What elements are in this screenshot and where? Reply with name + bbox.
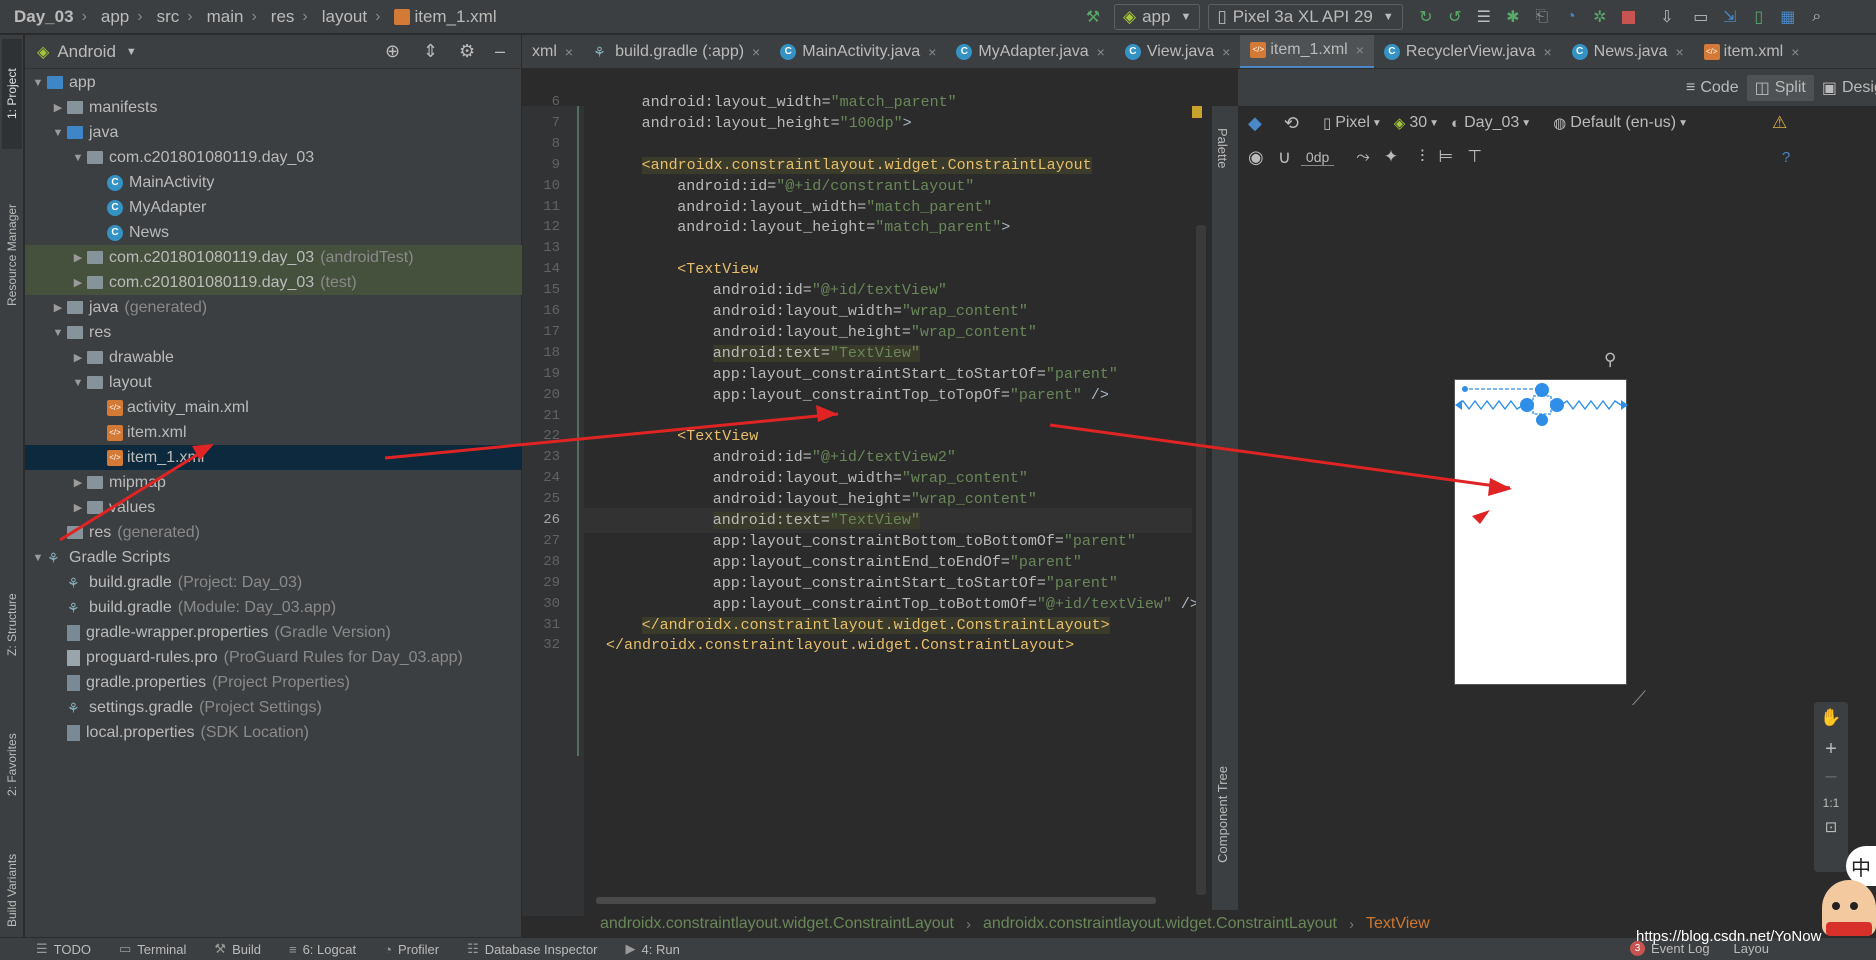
bottom-tool-tab-label: 4: Run bbox=[641, 941, 680, 957]
annotation-arrow bbox=[1049, 423, 1511, 490]
bottom-tool-tab-label: Build bbox=[232, 941, 261, 957]
arrowhead-icon bbox=[1472, 510, 1490, 524]
list-icon: ☰ bbox=[36, 941, 48, 956]
watermark-text: https://blog.csdn.net/YoNow bbox=[1636, 928, 1822, 945]
bottom-tool-tab-label: Profiler bbox=[397, 941, 440, 957]
xml-breadcrumb: androidx.constraintlayout.widget.Constra… bbox=[584, 910, 1430, 938]
annotation-arrow bbox=[59, 448, 206, 542]
breadcrumb-separator: › bbox=[965, 915, 971, 933]
xml-breadcrumb-item[interactable]: TextView bbox=[1366, 915, 1430, 933]
arrowhead-icon bbox=[816, 405, 838, 422]
run-icon: ▶ bbox=[625, 941, 636, 956]
bottom-tool-tab-label: TODO bbox=[53, 941, 91, 957]
bottom-tool-tab[interactable]: ⚒ Build bbox=[214, 941, 261, 957]
xml-breadcrumb-item[interactable]: androidx.constraintlayout.widget.Constra… bbox=[600, 915, 954, 933]
bottom-tool-tab[interactable]: ▭ Terminal bbox=[119, 941, 186, 957]
terminal-icon: ▭ bbox=[118, 941, 132, 956]
bottom-tool-tab-label: Terminal bbox=[137, 941, 187, 957]
bottom-tool-tab[interactable]: ▶ 4: Run bbox=[626, 941, 680, 957]
logcat-icon: ≡ bbox=[288, 941, 297, 957]
xml-breadcrumb-item[interactable]: androidx.constraintlayout.widget.Constra… bbox=[983, 915, 1337, 933]
breadcrumb-separator: › bbox=[1348, 915, 1354, 933]
bottom-tool-tabs: ☰ TODO ▭ Terminal ⚒ Build ≡ 6: Logcat ◔ Profiler ☷… bbox=[0, 941, 680, 957]
bottom-tool-tab[interactable]: ☷ Database Inspector bbox=[467, 941, 597, 957]
annotation-arrow bbox=[384, 412, 839, 460]
database-icon: ☷ bbox=[467, 941, 479, 956]
hammer-icon: ⚒ bbox=[214, 941, 227, 956]
annotation-overlay bbox=[59, 405, 1512, 542]
profiler-icon: ◔ bbox=[384, 941, 392, 957]
bottom-tool-tab[interactable]: ☰ TODO bbox=[36, 941, 91, 957]
tool-window-bar: ☰ TODO ▭ Terminal ⚒ Build ≡ 6: Logcat ◔ Profiler ☷… bbox=[0, 937, 1876, 960]
bottom-tool-tab[interactable]: ≡ 6: Logcat bbox=[289, 942, 356, 957]
mascot-sticker bbox=[1822, 880, 1876, 936]
bottom-tool-tab[interactable]: ◔ Profiler bbox=[384, 942, 439, 957]
bottom-tool-tab-label: Database Inspector bbox=[484, 941, 598, 957]
bottom-tool-tab-label: 6: Logcat bbox=[302, 941, 357, 957]
